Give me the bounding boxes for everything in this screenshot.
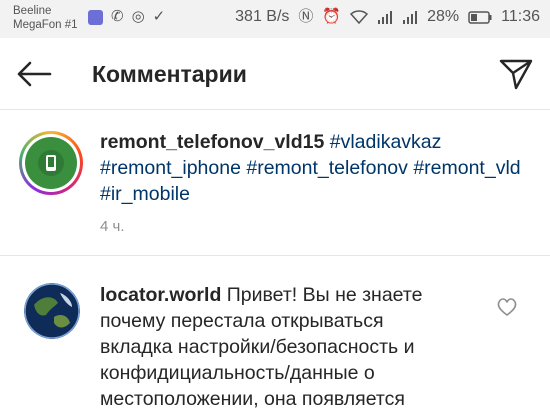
like-button[interactable] (496, 296, 518, 318)
commenter-avatar[interactable] (24, 283, 80, 339)
nfc-icon: Ⓝ (298, 8, 314, 25)
arrow-left-icon (17, 61, 52, 87)
carrier-info: Beeline MegaFon #1 (13, 4, 78, 32)
post-caption: remont_telefonov_vld15 #vladikavkaz #rem… (0, 110, 550, 256)
carrier-1: Beeline (13, 5, 52, 17)
network-speed: 381 B/s (235, 8, 290, 25)
app-notification-icon (88, 9, 103, 25)
carrier-2: MegaFon #1 (13, 19, 78, 31)
signal-icon (378, 11, 393, 24)
status-bar: Beeline MegaFon #1 ✆ ◎ ✓ 381 B/s Ⓝ ⏰ 28%… (0, 0, 550, 38)
back-button[interactable] (14, 54, 54, 94)
notification-icons: ✆ ◎ ✓ (88, 9, 165, 25)
service-center-logo (25, 137, 77, 189)
caption-timestamp: 4 ч. (100, 218, 125, 235)
signal-icon-2 (403, 11, 418, 24)
comment-item: locator.world Привет! Вы не знаете почем… (0, 256, 550, 412)
hashtag-link[interactable]: #remont_iphone (100, 157, 241, 179)
avatar-border (22, 134, 80, 192)
app-header: Комментарии (0, 38, 550, 110)
phone-repair-icon (38, 150, 64, 176)
author-avatar[interactable] (19, 131, 83, 195)
wifi-icon (350, 10, 369, 24)
globe-icon (24, 283, 80, 339)
paper-plane-icon (499, 59, 533, 90)
heart-icon (497, 298, 517, 316)
status-right: 381 B/s Ⓝ ⏰ 28% 11:36 (235, 8, 540, 26)
missed-call-icon: ✆ (111, 8, 124, 25)
clock: 11:36 (501, 8, 540, 25)
share-button[interactable] (496, 54, 536, 94)
hashtag-link[interactable]: #remont_vld (413, 157, 520, 179)
caption-username[interactable]: remont_telefonov_vld15 (100, 131, 324, 153)
hashtag-link[interactable]: #vladikavkaz (330, 131, 442, 153)
alarm-icon: ⏰ (322, 8, 342, 25)
comment-text: locator.world Привет! Вы не знаете почем… (100, 282, 460, 412)
hashtag-link[interactable]: #ir_mobile (100, 183, 190, 205)
page-title: Комментарии (92, 61, 247, 87)
instagram-icon: ◎ (131, 8, 145, 25)
comment-username[interactable]: locator.world (100, 284, 221, 306)
battery-icon (468, 10, 492, 24)
hashtag-link[interactable]: #remont_telefonov (246, 157, 408, 179)
download-done-icon: ✓ (152, 8, 166, 25)
caption-text: remont_telefonov_vld15 #vladikavkaz #rem… (100, 129, 540, 207)
battery-percent: 28% (427, 8, 460, 25)
